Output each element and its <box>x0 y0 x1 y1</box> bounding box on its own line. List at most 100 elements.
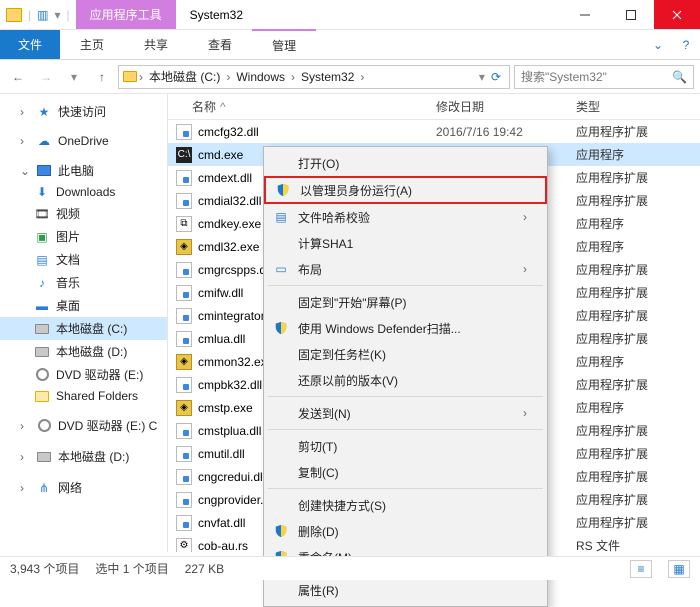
menu-item-label: 还原以前的版本(V) <box>298 372 398 389</box>
col-type[interactable]: 类型 <box>568 94 700 119</box>
nav-drive-d2[interactable]: ›本地磁盘 (D:) <box>0 445 167 468</box>
file-type: 应用程序 <box>568 238 700 255</box>
menu-item[interactable]: 使用 Windows Defender扫描... <box>264 315 547 341</box>
menu-item[interactable]: 发送到(N)› <box>264 400 547 426</box>
nav-desktop[interactable]: ▬桌面 <box>0 294 167 317</box>
nav-pane[interactable]: ›★快速访问 ›☁OneDrive ⌄此电脑 ⬇Downloads 🎞视频 ▣图… <box>0 94 168 552</box>
nav-drive-d[interactable]: 本地磁盘 (D:) <box>0 340 167 363</box>
nav-videos[interactable]: 🎞视频 <box>0 202 167 225</box>
recent-dropdown-icon[interactable]: ▾ <box>62 65 86 89</box>
view-tab[interactable]: 查看 <box>188 30 252 59</box>
menu-item[interactable]: 固定到"开始"屏幕(P) <box>264 289 547 315</box>
menu-item[interactable]: 创建快捷方式(S) <box>264 492 547 518</box>
forward-button[interactable]: → <box>34 65 58 89</box>
file-type: 应用程序扩展 <box>568 307 700 324</box>
network-icon: ⋔ <box>36 481 52 495</box>
shield-icon <box>272 321 290 335</box>
col-name[interactable]: 名称^ <box>168 94 428 119</box>
breadcrumb-windows[interactable]: Windows <box>232 70 289 84</box>
up-button[interactable]: ↑ <box>90 65 114 89</box>
folder-icon <box>6 8 22 22</box>
exe-icon: ◈ <box>176 400 192 416</box>
nav-label: 本地磁盘 (D:) <box>58 448 129 465</box>
help-icon[interactable]: ? <box>672 30 700 59</box>
back-button[interactable]: ← <box>6 65 30 89</box>
menu-item[interactable]: 复制(C) <box>264 459 547 485</box>
nav-quick-access[interactable]: ›★快速访问 <box>0 100 167 123</box>
nav-downloads[interactable]: ⬇Downloads <box>0 182 167 202</box>
menu-item[interactable]: ▭布局› <box>264 256 547 282</box>
nav-shared[interactable]: Shared Folders <box>0 386 167 406</box>
table-row[interactable]: cmcfg32.dll2016/7/16 19:42应用程序扩展 <box>168 120 700 143</box>
file-name: cmstp.exe <box>198 401 253 415</box>
address-bar[interactable]: › 本地磁盘 (C:) › Windows › System32 › ▾ ⟳ <box>118 65 510 89</box>
breadcrumb-system32[interactable]: System32 <box>297 70 358 84</box>
qat-sep2: | <box>67 8 70 22</box>
nav-label: 网络 <box>58 479 82 496</box>
addr-dropdown-icon[interactable]: ▾ <box>479 70 485 84</box>
column-headers[interactable]: 名称^ 修改日期 类型 <box>168 94 700 120</box>
nav-music[interactable]: ♪音乐 <box>0 271 167 294</box>
nav-dvd-e[interactable]: DVD 驱动器 (E:) <box>0 363 167 386</box>
chevron-right-icon[interactable]: › <box>360 70 364 84</box>
file-type: 应用程序 <box>568 146 700 163</box>
menu-item[interactable]: 以管理员身份运行(A) <box>264 176 547 204</box>
drive-icon <box>34 322 50 336</box>
nav-network[interactable]: ›⋔网络 <box>0 476 167 499</box>
minimize-button[interactable] <box>562 0 608 29</box>
maximize-button[interactable] <box>608 0 654 29</box>
menu-item[interactable]: 计算SHA1 <box>264 230 547 256</box>
menu-item[interactable]: 属性(R) <box>264 577 547 603</box>
details-view-button[interactable]: ≡ <box>630 560 652 578</box>
menu-item-label: 使用 Windows Defender扫描... <box>298 320 461 337</box>
icons-view-button[interactable]: ▦ <box>668 560 690 578</box>
qat-dropdown-icon[interactable]: ▾ <box>54 8 60 22</box>
context-menu: 打开(O) 以管理员身份运行(A)▤文件哈希校验›计算SHA1▭布局› 固定到"开始… <box>263 146 548 607</box>
document-icon: ▤ <box>272 210 290 224</box>
chevron-right-icon[interactable]: › <box>139 70 143 84</box>
nav-pictures[interactable]: ▣图片 <box>0 225 167 248</box>
menu-item[interactable]: 剪切(T) <box>264 433 547 459</box>
dll-icon <box>176 170 192 186</box>
nav-label: OneDrive <box>58 134 109 148</box>
nav-label: 图片 <box>56 228 80 245</box>
qat-icon[interactable]: ▥ <box>37 8 48 22</box>
manage-tab[interactable]: 管理 <box>252 29 316 59</box>
nav-onedrive[interactable]: ›☁OneDrive <box>0 131 167 151</box>
menu-item-label: 固定到"开始"屏幕(P) <box>298 294 407 311</box>
file-name: cmdl32.exe <box>198 240 259 254</box>
music-icon: ♪ <box>34 276 50 290</box>
search-input[interactable]: 搜索"System32" 🔍 <box>514 65 694 89</box>
dll-icon <box>176 285 192 301</box>
nav-documents[interactable]: ▤文档 <box>0 248 167 271</box>
home-tab[interactable]: 主页 <box>60 30 124 59</box>
nav-label: Shared Folders <box>56 389 138 403</box>
nav-dvd-e2[interactable]: ›DVD 驱动器 (E:) C <box>0 414 167 437</box>
file-type: 应用程序扩展 <box>568 284 700 301</box>
chevron-right-icon: › <box>523 262 527 276</box>
ribbon-expand-icon[interactable]: ⌄ <box>644 30 672 59</box>
download-icon: ⬇ <box>34 185 50 199</box>
nav-drive-c[interactable]: 本地磁盘 (C:) <box>0 317 167 340</box>
close-button[interactable] <box>654 0 700 29</box>
menu-item[interactable]: 还原以前的版本(V) <box>264 367 547 393</box>
menu-item[interactable]: 删除(D) <box>264 518 547 544</box>
file-name: cmgrcspps.dll <box>198 263 271 277</box>
share-tab[interactable]: 共享 <box>124 30 188 59</box>
file-tab[interactable]: 文件 <box>0 30 60 59</box>
menu-item[interactable]: 固定到任务栏(K) <box>264 341 547 367</box>
file-type: 应用程序扩展 <box>568 261 700 278</box>
breadcrumb-c[interactable]: 本地磁盘 (C:) <box>145 68 224 85</box>
chevron-right-icon: › <box>523 406 527 420</box>
refresh-icon[interactable]: ⟳ <box>487 70 505 84</box>
chevron-right-icon[interactable]: › <box>226 70 230 84</box>
folder-icon <box>34 389 50 403</box>
nav-this-pc[interactable]: ⌄此电脑 <box>0 159 167 182</box>
contextual-tab-header: 应用程序工具 <box>76 0 176 29</box>
menu-item[interactable]: 打开(O) <box>264 150 547 176</box>
file-name: cmstplua.dll <box>198 424 261 438</box>
menu-item-label: 打开(O) <box>298 155 339 172</box>
menu-item[interactable]: ▤文件哈希校验› <box>264 204 547 230</box>
col-date[interactable]: 修改日期 <box>428 94 568 119</box>
chevron-right-icon[interactable]: › <box>291 70 295 84</box>
